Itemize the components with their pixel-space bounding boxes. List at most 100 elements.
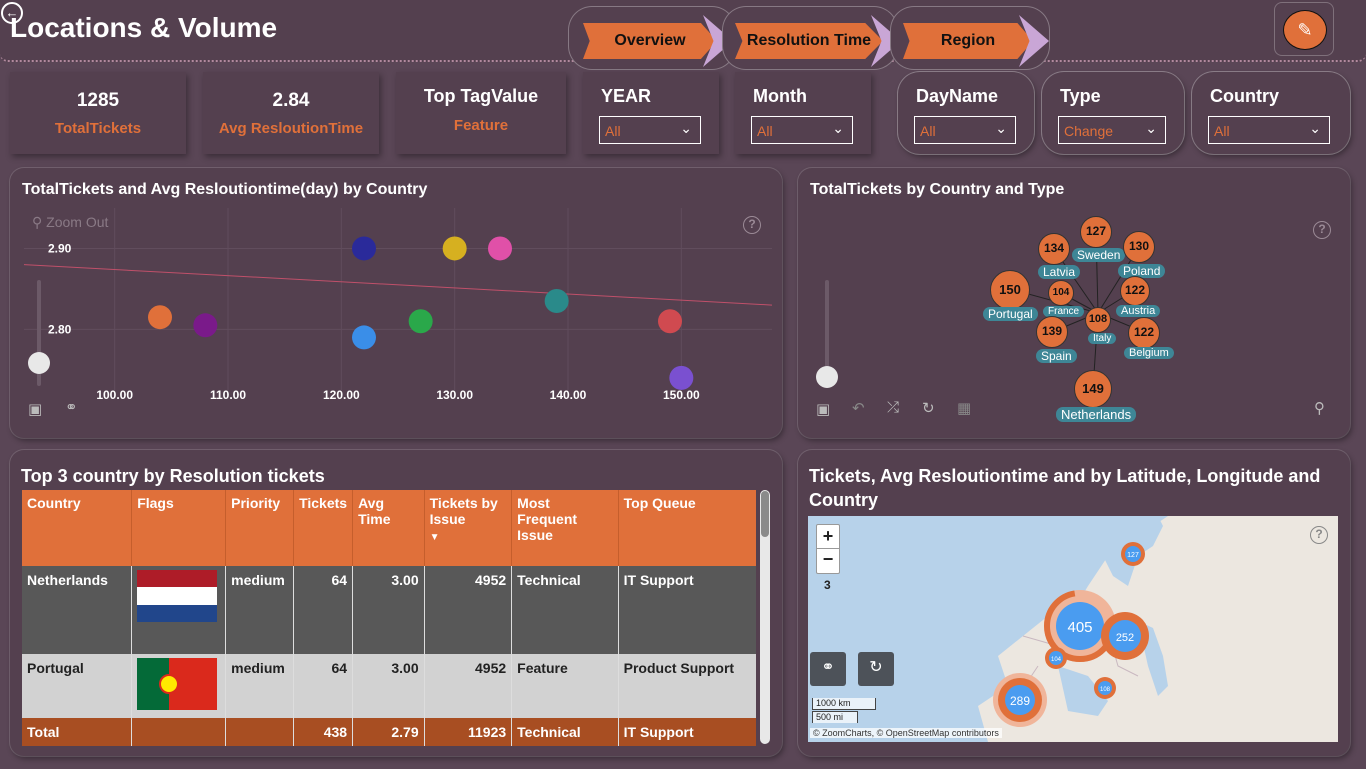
bubble-label: Netherlands [1056,407,1137,422]
scatter-point[interactable] [669,365,694,390]
slicer-label: DayName [916,86,999,106]
chevron-down-icon: ⌄ [995,120,1007,136]
bubble-netherlands[interactable]: 149 [1074,370,1112,408]
svg-text:127: 127 [1127,552,1139,559]
column-header-sorted[interactable]: Tickets by Issue ▼ [424,490,513,566]
cell-empty [225,718,295,746]
cluster-104: 104 [1045,647,1067,669]
scatter-point[interactable] [193,313,218,338]
dayname-dropdown[interactable]: All ⌄ [914,116,1016,144]
shuffle-icon[interactable]: ⤮ [887,399,899,416]
grid-icon[interactable]: ▦ [957,399,971,417]
refresh-icon[interactable]: ↻ [922,399,935,417]
kpi-label: Feature [453,117,509,134]
scatter-chart-card: TotalTickets and Avg Resloutiontime(day)… [10,168,782,438]
help-icon[interactable]: ? [1310,526,1328,544]
zoom-out-map-button[interactable]: − [817,549,839,573]
dropdown-value: All [1214,123,1230,139]
search-icon[interactable]: ⚲ [1314,399,1325,417]
scatter-point[interactable] [658,309,682,334]
bubble-italy[interactable]: 108 [1085,307,1111,333]
month-dropdown[interactable]: All ⌄ [751,116,853,144]
table-scrollbar[interactable] [760,490,770,744]
cell-issue: Feature [511,654,619,718]
country-dropdown[interactable]: All ⌄ [1208,116,1330,144]
lasso-icon[interactable]: ⚭ [65,398,78,416]
bubble-austria[interactable]: 122 [1120,276,1150,306]
refresh-icon[interactable]: ↻ [858,652,894,686]
scrollbar-thumb[interactable] [761,491,769,537]
cell-priority: medium [225,654,295,718]
column-header[interactable]: Flags [131,490,227,566]
table-row[interactable]: Portugal medium 64 3.00 4952 Feature Pro… [22,654,756,718]
column-header[interactable]: Top Queue [618,490,756,566]
bubble-sweden[interactable]: 127 [1080,216,1112,248]
cell-total-tickets: 438 [293,718,354,746]
zoom-in-button[interactable]: + [817,525,839,549]
column-header[interactable]: Avg Time [352,490,425,566]
y-tick-label: 2.90 [48,241,72,255]
cell-country: Portugal [22,654,133,718]
column-header[interactable]: Country [22,490,133,566]
y-tick-label: 2.80 [48,322,72,336]
kpi-total-tickets: 1285 TotalTickets [10,72,186,154]
bubble-portugal[interactable]: 150 [990,270,1030,310]
map-card: Tickets, Avg Resloutiontime and by Latit… [798,450,1350,756]
undo-icon[interactable]: ↶ [852,399,865,417]
map-view[interactable]: 127 405 252 104 108 289 + − 3 ⚭ ↻ 1000 k… [808,516,1338,742]
bubble-latvia[interactable]: 134 [1038,233,1070,265]
slicer-label: Type [1060,86,1101,106]
cluster-127: 127 [1121,542,1145,566]
slicer-year: YEAR All ⌄ [583,72,719,154]
cluster-108: 108 [1094,677,1116,699]
bubble-france[interactable]: 104 [1048,280,1074,306]
slicer-label: Month [753,86,807,106]
bubble-spain[interactable]: 139 [1036,316,1068,348]
nav-group-resolution-time: Resolution Time [722,6,901,70]
svg-text:108: 108 [1100,687,1111,693]
zoom-slider-handle[interactable] [28,352,50,374]
kpi-value: 2.84 [272,90,310,111]
bubble-poland[interactable]: 130 [1123,231,1155,263]
kpi-value: Top TagValue [423,86,539,106]
bubble-label: Spain [1036,349,1077,363]
trend-line [23,264,773,306]
column-header[interactable]: Priority [225,490,295,566]
slicer-label: Country [1210,86,1279,106]
scatter-point[interactable] [442,236,467,261]
year-dropdown[interactable]: All ⌄ [599,116,701,144]
column-header[interactable]: Most Frequent Issue [511,490,619,566]
nav-region-button[interactable]: Region [903,23,1033,59]
nav-overview-button[interactable]: Overview [583,23,717,59]
table-container: Country Flags Priority Tickets Avg Time … [22,490,756,746]
map-clusters: 127 405 252 104 108 289 [993,542,1149,727]
clear-filters-button[interactable]: ✎ [1274,2,1334,56]
table-card: Top 3 country by Resolution tickets Coun… [10,450,782,756]
zoom-slider-handle[interactable] [816,366,838,388]
cell-total-issue-tickets: 11923 [424,718,513,746]
bubble-label: Portugal [983,307,1038,321]
fit-screen-icon[interactable]: ▣ [816,400,830,418]
cluster-289: 289 [993,673,1047,727]
netherlands-flag-icon [131,566,227,654]
nav-resolution-time-button[interactable]: Resolution Time [735,23,883,59]
scatter-point[interactable] [148,305,172,330]
scatter-point[interactable] [488,236,512,261]
cell-queue: IT Support [623,572,694,588]
column-header[interactable]: Tickets [293,490,354,566]
nav-group-overview: Overview [568,6,736,70]
cell-tickets-by-issue: 4952 [424,566,513,654]
x-tick-label: 110.00 [210,388,246,402]
scatter-point[interactable] [408,309,433,334]
lasso-icon[interactable]: ⚭ [810,652,846,686]
kpi-top-tag-value: Top TagValue Feature [396,72,566,154]
table-row[interactable]: Netherlands medium 64 3.00 4952 Technica… [22,566,756,654]
scatter-point[interactable] [544,289,569,314]
fit-screen-icon[interactable]: ▣ [28,400,42,418]
scatter-point[interactable] [352,236,376,261]
slicer-month: Month All ⌄ [735,72,871,154]
bubble-belgium[interactable]: 122 [1128,317,1160,349]
type-dropdown[interactable]: Change ⌄ [1058,116,1166,144]
svg-text:289: 289 [1010,694,1030,708]
scatter-point[interactable] [352,325,376,350]
